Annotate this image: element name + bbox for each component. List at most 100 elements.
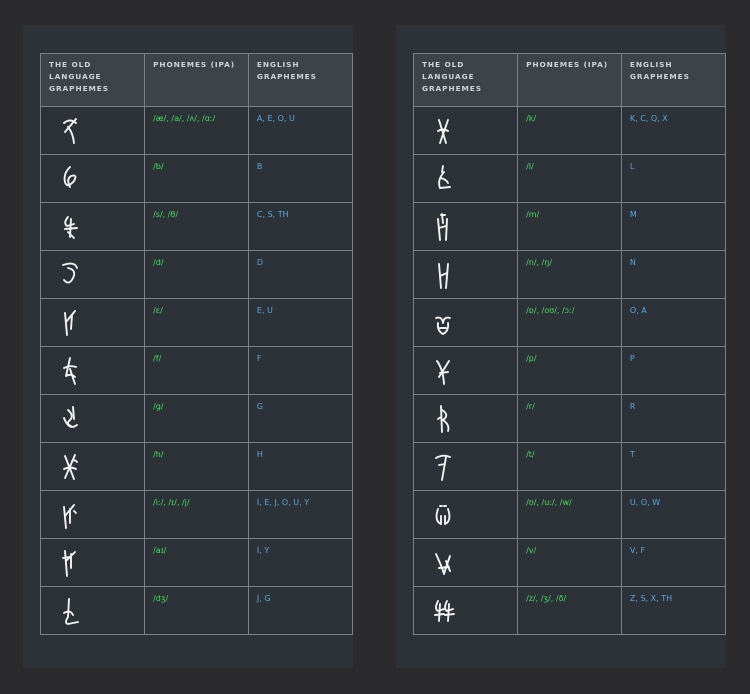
table-row: /aɪ/I, Y [39,538,354,587]
english-text: N [629,258,636,267]
english-cell: U, O, W [620,490,727,539]
glyph-cell [412,442,519,491]
english-cell: H [247,442,354,491]
glyph-cell [412,346,519,395]
grapheme-table-a-to-j: THE OLD LANGUAGE GRAPHEMES PHONEMES (IPA… [39,53,354,635]
table-row: /p/P [412,346,727,395]
phoneme-cell: /f/ [144,346,249,395]
english-cell: O, A [620,298,727,347]
header-old-language: THE OLD LANGUAGE GRAPHEMES [412,53,519,107]
english-text: U, O, W [629,498,661,507]
glyph-cell [39,154,146,203]
english-text: T [629,450,635,459]
glyph-cell [39,106,146,155]
english-cell: E, U [247,298,354,347]
english-text: C, S, TH [256,210,289,219]
glyph-cell [39,298,146,347]
glyph-cell [412,106,519,155]
rune-o-icon [435,316,451,335]
table-row: /f/F [39,346,354,395]
phoneme-cell: /g/ [144,394,249,443]
english-cell: M [620,202,727,251]
phoneme-text: /ʊ/, /uː/, /w/ [526,498,572,507]
rune-k-icon [437,119,449,144]
glyph-cell [412,586,519,635]
phoneme-cell: /ʊ/, /uː/, /w/ [517,490,622,539]
table-row: /d/D [39,250,354,299]
rune-u-icon [435,505,451,525]
rune-l-icon [438,165,451,189]
english-cell: G [247,394,354,443]
phoneme-cell: /ɒ/, /oʊ/, /ɔː/ [517,298,622,347]
english-cell: P [620,346,727,395]
left-table-panel: THE OLD LANGUAGE GRAPHEMES PHONEMES (IPA… [23,25,354,668]
table-row: /z/, /ʒ/, /ð/Z, S, X, TH [412,586,727,635]
english-cell: C, S, TH [247,202,354,251]
phoneme-text: /æ/, /a/, /ʌ/, /ɑː/ [153,114,216,123]
phoneme-text: /l/ [526,162,534,171]
table-header-row: THE OLD LANGUAGE GRAPHEMES PHONEMES (IPA… [39,53,354,107]
header-phonemes: PHONEMES (IPA) [517,53,622,107]
english-text: I, Y [256,546,270,555]
phoneme-text: /dʒ/ [153,594,169,603]
phoneme-text: /h/ [153,450,164,459]
phoneme-text: /r/ [526,402,535,411]
phoneme-cell: /v/ [517,538,622,587]
phoneme-cell: /ɛ/ [144,298,249,347]
glyph-cell [412,202,519,251]
rune-f-icon [63,357,77,385]
english-cell: Z, S, X, TH [620,586,727,635]
english-cell: T [620,442,727,491]
table-row: /s/, /θ/C, S, TH [39,202,354,251]
table-row: /æ/, /a/, /ʌ/, /ɑː/A, E, O, U [39,106,354,155]
english-text: P [629,354,635,363]
english-cell: L [620,154,727,203]
english-cell: D [247,250,354,299]
phoneme-text: /s/, /θ/ [153,210,179,219]
rune-m-icon [437,213,448,241]
english-text: E, U [256,306,273,315]
header-old-language: THE OLD LANGUAGE GRAPHEMES [39,53,146,107]
phoneme-cell: /h/ [144,442,249,491]
english-text: M [629,210,637,219]
table-row: /b/B [39,154,354,203]
table-row: /ɒ/, /oʊ/, /ɔː/O, A [412,298,727,347]
table-row: /dʒ/J, G [39,586,354,635]
glyph-cell [39,346,146,395]
right-table-panel: THE OLD LANGUAGE GRAPHEMES PHONEMES (IPA… [396,25,727,668]
table-header-row: THE OLD LANGUAGE GRAPHEMES PHONEMES (IPA… [412,53,727,107]
header-phonemes: PHONEMES (IPA) [144,53,249,107]
english-cell: V, F [620,538,727,587]
phoneme-text: /m/ [526,210,540,219]
table-row: /r/R [412,394,727,443]
table-row: /v/V, F [412,538,727,587]
phoneme-cell: /k/ [517,106,622,155]
rune-s-icon [64,216,78,239]
english-text: K, C, Q, X [629,114,668,123]
rune-v-icon [435,553,451,575]
phoneme-cell: /p/ [517,346,622,395]
phoneme-text: /t/ [526,450,535,459]
phoneme-cell: /dʒ/ [144,586,249,635]
phoneme-text: /g/ [153,402,164,411]
phoneme-text: /k/ [526,114,537,123]
glyph-cell [412,154,519,203]
phoneme-text: /aɪ/ [153,546,167,555]
table-row: /k/K, C, Q, X [412,106,727,155]
phoneme-text: /v/ [526,546,537,555]
rune-g-icon [63,406,78,428]
rune-a-icon [63,118,77,144]
glyph-cell [412,538,519,587]
rune-d-icon [62,262,78,284]
english-text: H [256,450,263,459]
rune-j-icon [63,598,79,625]
phoneme-cell: /l/ [517,154,622,203]
english-text: V, F [629,546,646,555]
table-row: /g/G [39,394,354,443]
rune-t-icon [435,454,451,481]
rune-e-icon [64,310,76,336]
phoneme-cell: /aɪ/ [144,538,249,587]
table-row: /ɛ/E, U [39,298,354,347]
english-text: I, E, J, O, U, Y [256,498,310,507]
table-row: /h/H [39,442,354,491]
